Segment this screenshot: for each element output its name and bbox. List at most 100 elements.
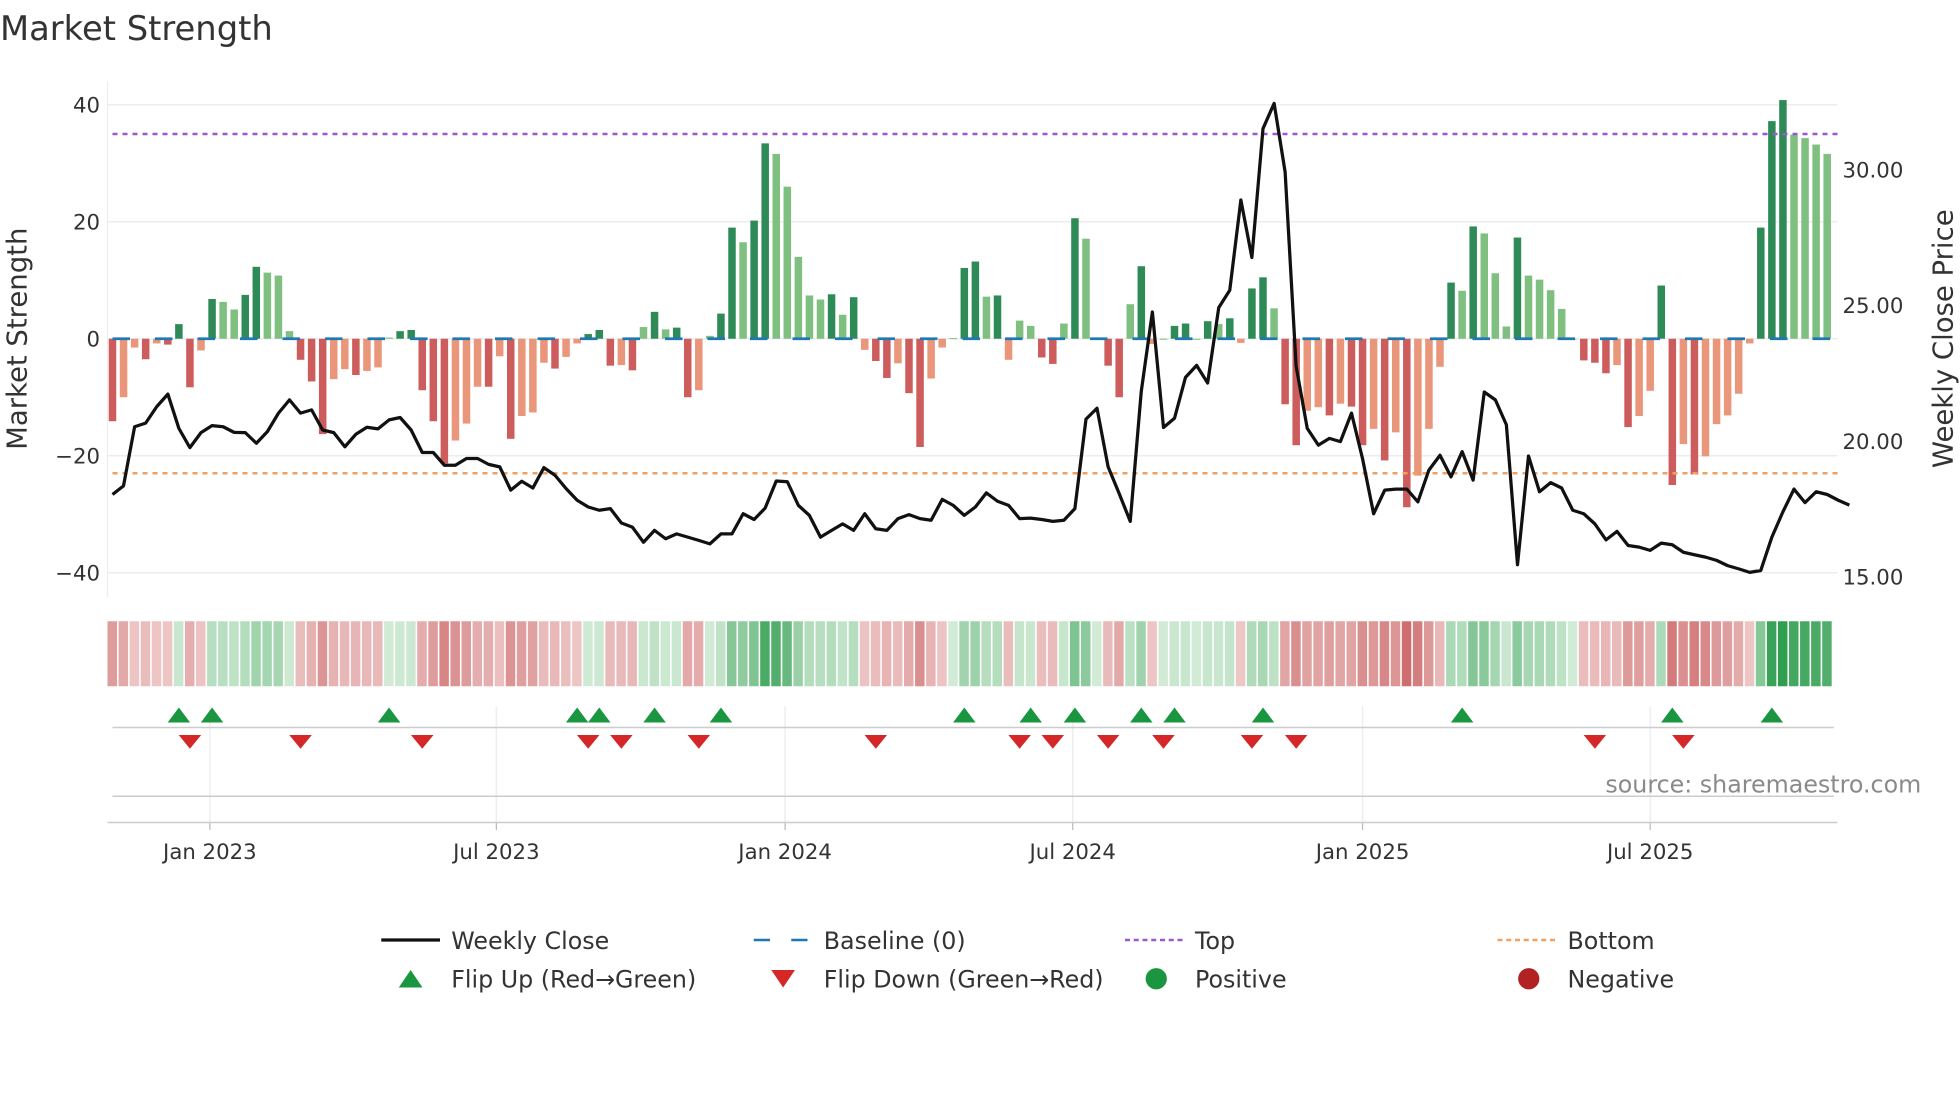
heat-cell bbox=[505, 621, 516, 687]
heat-cell bbox=[1202, 621, 1213, 687]
strength-bar bbox=[905, 338, 913, 394]
y-tick-label: 40 bbox=[73, 93, 100, 118]
heat-cell bbox=[1014, 621, 1025, 687]
heat-cell bbox=[1800, 621, 1810, 687]
strength-bar bbox=[1635, 338, 1643, 416]
flip-down-marker bbox=[864, 735, 888, 749]
flip-up-marker bbox=[1063, 707, 1087, 723]
heat-cell bbox=[1302, 621, 1312, 687]
strength-bar bbox=[827, 294, 836, 339]
strength-bar bbox=[1115, 338, 1123, 398]
heat-cell bbox=[1600, 621, 1611, 687]
strength-bar bbox=[119, 338, 128, 398]
strength-bar bbox=[573, 338, 581, 344]
strength-bar bbox=[507, 338, 515, 439]
heat-cell bbox=[915, 621, 925, 687]
flip-up-marker bbox=[1130, 707, 1153, 723]
flip-panel: Jan 2023 Jul 2023 Jan 2024 Jul 2024 Jan 2025… bbox=[107, 706, 1838, 865]
heat-cell bbox=[771, 621, 781, 687]
strength-bar bbox=[1469, 226, 1477, 339]
strength-bar bbox=[1347, 338, 1356, 407]
strength-bar bbox=[330, 338, 338, 380]
strength-bar bbox=[1170, 325, 1179, 339]
strength-bar bbox=[495, 338, 504, 357]
strength-bar bbox=[1126, 304, 1134, 339]
heat-cell bbox=[804, 621, 814, 687]
heat-cell bbox=[196, 621, 206, 687]
heat-cell bbox=[1777, 621, 1788, 687]
flip-down-marker bbox=[1284, 735, 1308, 749]
strength-bar bbox=[241, 294, 249, 339]
heat-cell bbox=[1390, 621, 1401, 687]
strength-bar bbox=[1004, 338, 1013, 360]
heat-cell bbox=[1567, 621, 1578, 687]
strength-bar bbox=[551, 338, 559, 369]
heat-cell bbox=[1490, 621, 1500, 687]
strength-heat-strip bbox=[107, 621, 1832, 687]
strength-bar bbox=[263, 272, 272, 339]
flip-down-marker bbox=[1041, 735, 1065, 749]
heat-cell bbox=[1003, 621, 1014, 687]
heat-cell bbox=[1722, 621, 1733, 687]
heat-cell bbox=[1180, 621, 1191, 687]
heat-cell bbox=[184, 621, 195, 687]
strength-bar bbox=[1668, 338, 1677, 485]
strength-bar bbox=[650, 311, 659, 339]
legend-label: Flip Up (Red→Green) bbox=[451, 966, 696, 994]
flip-up-marker bbox=[1661, 707, 1684, 723]
strength-bar bbox=[1801, 138, 1809, 339]
strength-bar bbox=[982, 296, 991, 339]
flip-up-marker bbox=[200, 707, 224, 723]
legend-label: Baseline (0) bbox=[824, 927, 966, 955]
flip-up-marker bbox=[588, 707, 611, 723]
strength-bar bbox=[562, 338, 570, 357]
heat-cell bbox=[1036, 621, 1047, 687]
flip-up-marker bbox=[167, 707, 191, 723]
heat-cell bbox=[162, 621, 173, 687]
heat-cell bbox=[616, 621, 626, 687]
heat-cell bbox=[682, 621, 693, 687]
strength-bar bbox=[1502, 326, 1511, 339]
strength-bar bbox=[1646, 338, 1654, 391]
heat-cell bbox=[1158, 621, 1168, 687]
strength-bar bbox=[484, 338, 493, 387]
heat-cell bbox=[1656, 621, 1666, 687]
heat-cell bbox=[1811, 621, 1821, 687]
strength-bar bbox=[1403, 338, 1411, 508]
heat-cell bbox=[1280, 621, 1290, 687]
strength-bar bbox=[761, 143, 769, 339]
heat-cell bbox=[870, 621, 881, 687]
strength-bar bbox=[1026, 325, 1035, 339]
heat-cell bbox=[1335, 621, 1345, 687]
flip-up-marker bbox=[953, 707, 976, 723]
legend-label: Top bbox=[1194, 927, 1235, 955]
x-tick-label: Jul 2025 bbox=[1605, 840, 1693, 865]
heat-cell bbox=[1313, 621, 1323, 687]
strength-bar bbox=[374, 338, 382, 368]
strength-bar bbox=[1524, 275, 1533, 339]
heat-cell bbox=[1501, 621, 1511, 687]
y2-axis-label: Weekly Close Price bbox=[1928, 209, 1960, 468]
heat-cell bbox=[1357, 621, 1368, 687]
legend-item: Weekly Close bbox=[381, 927, 609, 955]
heat-cell bbox=[926, 621, 936, 687]
strength-bar bbox=[894, 338, 902, 364]
heat-cell bbox=[671, 621, 682, 687]
strength-bar bbox=[1303, 338, 1311, 411]
heat-cell bbox=[660, 621, 671, 687]
heat-cell bbox=[1711, 621, 1722, 687]
strength-bar bbox=[816, 299, 825, 339]
strength-bar bbox=[1823, 153, 1831, 339]
heat-cell bbox=[373, 621, 383, 687]
heat-cell bbox=[1379, 621, 1390, 687]
strength-bar bbox=[938, 338, 946, 348]
strength-bar bbox=[462, 338, 471, 424]
heat-cell bbox=[1291, 621, 1301, 687]
strength-bar bbox=[1259, 277, 1267, 339]
flip-down-marker bbox=[178, 735, 202, 749]
strength-bar bbox=[1557, 308, 1566, 339]
heat-cell bbox=[1744, 621, 1755, 687]
strength-bar bbox=[1690, 338, 1699, 475]
strength-bar bbox=[1270, 308, 1278, 339]
legend-item: Top bbox=[1125, 927, 1235, 955]
